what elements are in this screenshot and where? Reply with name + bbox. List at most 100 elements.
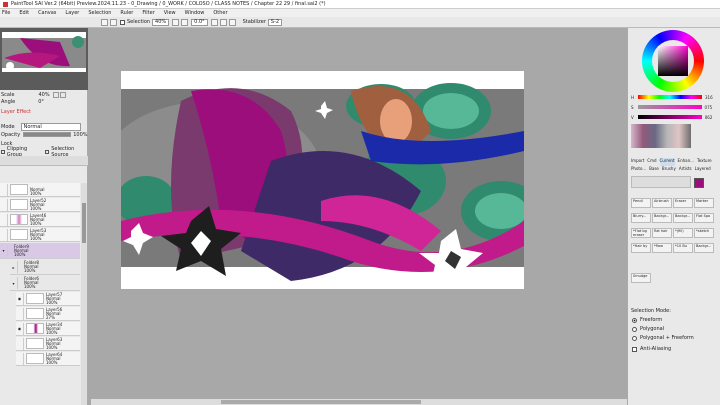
zoom-out-button[interactable] <box>172 18 180 26</box>
menu-canvas[interactable]: Canvas <box>38 10 56 16</box>
tab-current[interactable]: Current <box>659 158 675 166</box>
opacity-slider[interactable] <box>23 132 72 137</box>
menu-selection[interactable]: Selection <box>88 10 111 16</box>
layer-scrollbar[interactable] <box>81 183 87 405</box>
flip-button[interactable] <box>228 18 236 26</box>
artwork-canvas[interactable] <box>121 71 524 289</box>
selection-checkbox[interactable] <box>120 19 125 25</box>
tool-airbrush[interactable]: Airbrush <box>652 198 672 208</box>
layer-row[interactable]: Layer46 Normal 100% <box>0 213 80 227</box>
scale-minus-button[interactable] <box>52 91 59 98</box>
visibility-toggle[interactable]: ▸ <box>10 261 18 273</box>
radio-dot[interactable] <box>632 335 637 341</box>
anti-aliasing-row[interactable]: Anti-Aliasing <box>632 346 671 352</box>
layer-row[interactable]: Layer53 Normal 100% <box>0 228 80 242</box>
value-slider[interactable] <box>637 115 702 119</box>
navigator-preview[interactable] <box>0 28 88 90</box>
visibility-toggle[interactable]: ◉ <box>16 292 24 305</box>
visibility-toggle[interactable] <box>0 213 8 226</box>
tab-texture[interactable]: Texture <box>697 158 712 166</box>
tab-enhan[interactable]: Enhan... <box>678 158 694 166</box>
mode-select[interactable]: Normal <box>20 122 81 131</box>
tool-flow[interactable]: *flow <box>652 243 672 253</box>
folder-row[interactable]: ▾ Folder9 Normal 100% <box>0 243 80 259</box>
visibility-toggle[interactable] <box>16 307 24 320</box>
menu-view[interactable]: View <box>164 10 176 16</box>
folder-row[interactable]: ▸ Folder8 Normal 100% <box>10 260 80 275</box>
tab-artists[interactable]: Artists <box>679 166 692 174</box>
tab-layered[interactable]: Layered <box>695 166 711 174</box>
scrollbar-thumb[interactable] <box>221 400 421 404</box>
hue-slider[interactable] <box>638 95 703 99</box>
visibility-toggle[interactable] <box>16 337 24 350</box>
tool-backgr[interactable]: Backgr... <box>652 213 672 223</box>
anti-aliasing-checkbox[interactable] <box>632 346 637 352</box>
tool-flat-spo[interactable]: Flat Spo <box>694 213 714 223</box>
color-wheel[interactable] <box>642 30 704 92</box>
layer-row[interactable]: Layer63 Normal 100% <box>16 337 80 351</box>
tool-backgr-2[interactable]: Backgr... <box>673 213 693 223</box>
scale-plus-button[interactable] <box>59 91 66 98</box>
menu-ruler[interactable]: Ruler <box>120 10 133 16</box>
visibility-toggle[interactable]: ▾ <box>0 244 8 257</box>
layer-row[interactable]: ◉ Layer57 Normal 100% <box>16 292 80 306</box>
tab-import[interactable]: Import <box>631 158 644 166</box>
radio-polygonal-freeform[interactable]: Polygonal + Freeform <box>632 335 694 341</box>
menu-file[interactable]: File <box>2 10 10 16</box>
tab-base[interactable]: Base <box>649 166 659 174</box>
zoom-in-button[interactable] <box>181 18 189 26</box>
tool-sketch[interactable]: *sketch <box>694 228 714 238</box>
color-square[interactable] <box>658 46 688 76</box>
menu-layer[interactable]: Layer <box>65 10 79 16</box>
tool-smudge[interactable]: Smudge <box>631 273 651 283</box>
menu-window[interactable]: Window <box>185 10 205 16</box>
radio-dot[interactable] <box>632 326 637 332</box>
visibility-toggle[interactable]: ◉ <box>16 322 24 335</box>
folder-row[interactable]: ▾ Folder6 Normal 100% <box>10 276 80 291</box>
current-color-swatch[interactable] <box>694 178 704 188</box>
toolbar-button[interactable] <box>101 18 108 26</box>
radio-dot-selected[interactable] <box>632 317 637 323</box>
zoom-field[interactable]: 40% <box>152 18 170 26</box>
toolbar-button[interactable] <box>110 18 117 26</box>
menu-edit[interactable]: Edit <box>19 10 29 16</box>
visibility-toggle[interactable] <box>0 228 8 241</box>
visibility-toggle[interactable] <box>0 198 8 211</box>
horizontal-scrollbar[interactable] <box>91 399 627 405</box>
clipping-group-checkbox[interactable] <box>1 149 5 154</box>
tool-flat-bg-eraser[interactable]: *Flat bg eraser <box>631 228 651 238</box>
tab-brushy[interactable]: Brushy <box>662 166 676 174</box>
layer-row[interactable]: Layer52 Normal 100% <box>0 198 80 212</box>
layer-row[interactable]: Layer56 Normal 27% <box>16 307 80 321</box>
stabilizer-select[interactable]: S-2 <box>267 18 283 26</box>
visibility-toggle[interactable] <box>16 352 24 365</box>
color-swatches[interactable] <box>631 124 691 148</box>
visibility-toggle[interactable]: ▾ <box>10 277 18 289</box>
tool-backgr-3[interactable]: Backgr... <box>694 243 714 253</box>
layer-row[interactable]: ◉ Layer34 Normal 100% <box>16 322 80 336</box>
selection-source-checkbox[interactable] <box>45 149 50 154</box>
tool-flat-hair[interactable]: flat hair <box>652 228 672 238</box>
visibility-toggle[interactable] <box>0 183 8 196</box>
tool-eraser[interactable]: Eraser <box>673 198 693 208</box>
menu-other[interactable]: Other <box>213 10 227 16</box>
radio-freeform[interactable]: Freeform <box>632 317 662 323</box>
tool-icons-bar[interactable] <box>631 176 691 188</box>
tab-cmd[interactable]: Cmd <box>647 158 656 166</box>
saturation-slider[interactable] <box>637 105 702 109</box>
menu-filter[interactable]: Filter <box>142 10 154 16</box>
angle-field[interactable]: 0.0° <box>191 18 208 26</box>
rotate-right-button[interactable] <box>219 18 227 26</box>
tool-fill[interactable]: *(fill) <box>673 228 693 238</box>
layer-row[interactable]: Layer64 Normal 100% <box>16 352 80 366</box>
radio-polygonal[interactable]: Polygonal <box>632 326 664 332</box>
layer-effect-row[interactable]: Layer Effect <box>0 108 88 115</box>
layer-effect-label[interactable]: Layer Effect <box>1 109 31 115</box>
tab-photo[interactable]: Photo... <box>631 166 646 174</box>
layer-row[interactable]: Normal 100% <box>0 183 80 197</box>
tool-pencil[interactable]: Pencil <box>631 198 651 208</box>
rotate-left-button[interactable] <box>210 18 218 26</box>
tool-blurry[interactable]: Blurry... <box>631 213 651 223</box>
tool-10-bu[interactable]: *10 Bu <box>673 243 693 253</box>
tool-marker[interactable]: Marker <box>694 198 714 208</box>
